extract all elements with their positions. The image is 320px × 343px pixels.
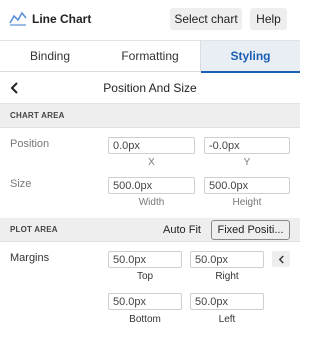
- margin-left-caption: Left: [218, 314, 236, 325]
- margin-bottom-caption: Bottom: [129, 314, 161, 325]
- margin-top-input[interactable]: [108, 251, 182, 268]
- chart-area-heading: CHART AREA: [10, 111, 65, 120]
- tab-bar: Binding Formatting Styling: [0, 40, 300, 73]
- top-bar: Line Chart Select chart Help: [0, 0, 300, 40]
- plot-area-heading: PLOT AREA: [10, 225, 58, 234]
- position-y-input[interactable]: [204, 137, 290, 154]
- size-height-caption: Height: [232, 197, 262, 208]
- position-x-input[interactable]: [108, 137, 195, 154]
- chevron-left-icon: [278, 255, 284, 264]
- tab-styling[interactable]: Styling: [200, 41, 300, 73]
- position-y-caption: Y: [243, 157, 251, 168]
- auto-fit-button[interactable]: Auto Fit: [157, 221, 207, 239]
- line-chart-icon: [9, 11, 27, 26]
- margin-left-input[interactable]: [190, 293, 264, 310]
- margins-collapse-button[interactable]: [272, 251, 290, 267]
- margin-top-caption: Top: [136, 271, 154, 282]
- chart-area-section-header: CHART AREA: [0, 104, 300, 128]
- help-button[interactable]: Help: [250, 8, 287, 30]
- select-chart-button[interactable]: Select chart: [170, 8, 242, 30]
- tab-binding[interactable]: Binding: [0, 41, 100, 72]
- margins-label: Margins: [10, 252, 50, 264]
- position-x-caption: X: [148, 157, 155, 168]
- panel-title: Position And Size: [103, 81, 197, 95]
- margin-right-input[interactable]: [190, 251, 264, 268]
- size-width-input[interactable]: [108, 177, 195, 194]
- tab-formatting[interactable]: Formatting: [100, 41, 200, 72]
- fixed-position-button[interactable]: Fixed Positi...: [211, 220, 290, 240]
- margin-right-caption: Right: [215, 271, 239, 282]
- size-label: Size: [10, 178, 32, 190]
- size-width-caption: Width: [138, 197, 165, 208]
- margin-bottom-input[interactable]: [108, 293, 182, 310]
- app-title: Line Chart: [32, 12, 92, 26]
- size-height-input[interactable]: [204, 177, 290, 194]
- panel-header: Position And Size: [0, 72, 300, 104]
- position-label: Position: [10, 138, 50, 150]
